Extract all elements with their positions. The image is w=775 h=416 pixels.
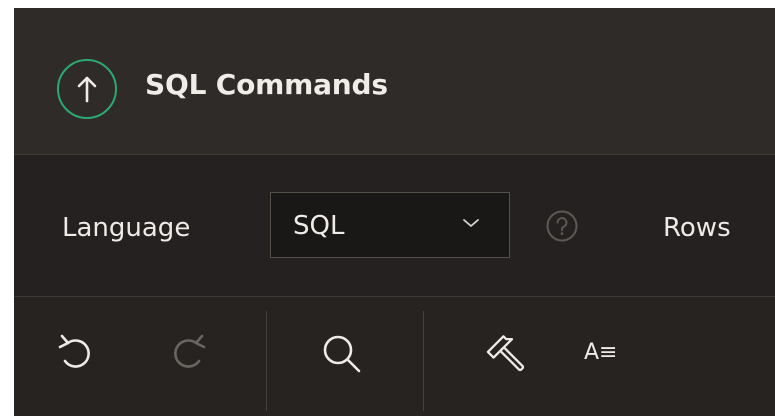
search-icon[interactable] [317,329,367,379]
help-icon[interactable] [546,210,578,242]
rows-label: Rows [663,213,731,243]
arrow-up-circle-icon[interactable] [57,59,117,119]
redo-icon[interactable] [160,329,210,379]
page-header: SQL Commands [14,8,775,155]
language-label: Language [62,213,191,243]
chevron-down-icon [463,219,479,227]
page-title: SQL Commands [145,68,388,101]
editor-toolbar: A≡ [14,297,775,416]
toolbar-divider [423,311,424,411]
language-select[interactable]: SQL [270,192,510,258]
undo-icon[interactable] [54,329,104,379]
language-select-value: SQL [293,211,345,241]
settings-row: Language SQL Rows [14,155,775,297]
hammer-icon[interactable] [482,329,532,379]
format-text-icon[interactable]: A≡ [584,340,617,365]
toolbar-divider [266,311,267,411]
sql-commands-panel: SQL Commands Language SQL Rows A≡ [14,8,775,416]
